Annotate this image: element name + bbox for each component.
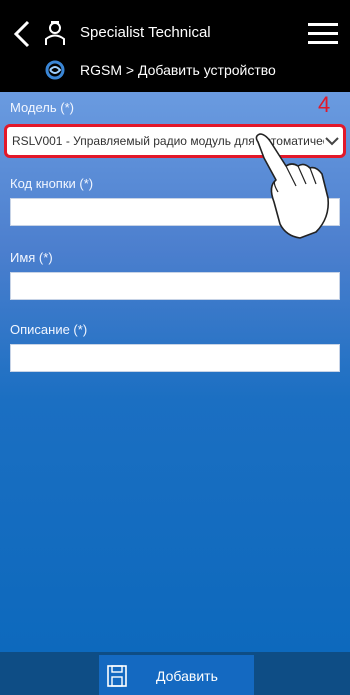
add-button-label: Добавить <box>156 668 218 684</box>
add-button[interactable]: Добавить <box>99 655 254 695</box>
back-button[interactable] <box>10 20 36 48</box>
button-code-label: Код кнопки (*) <box>10 176 94 191</box>
breadcrumb: RGSM > Добавить устройство <box>80 62 276 78</box>
model-label: Модель (*) <box>10 100 74 115</box>
model-select-value: RSLV001 - Управляемый радио модуль для а… <box>12 134 324 148</box>
hamburger-menu-icon <box>308 23 338 44</box>
name-input[interactable] <box>10 272 340 300</box>
button-code-input[interactable] <box>10 198 340 226</box>
chevron-down-icon <box>325 137 339 146</box>
form-area: Модель (*) 4 RSLV001 - Управляемый радио… <box>0 92 350 652</box>
model-select[interactable]: RSLV001 - Управляемый радио модуль для а… <box>4 124 346 158</box>
footer-bar: Добавить <box>0 652 350 695</box>
name-label: Имя (*) <box>10 250 53 265</box>
user-icon <box>44 20 66 46</box>
link-icon <box>42 60 68 80</box>
chevron-left-icon <box>13 20 30 48</box>
save-icon <box>107 665 127 687</box>
step-number: 4 <box>318 92 331 117</box>
description-input[interactable] <box>10 344 340 372</box>
subheader: RGSM > Добавить устройство <box>0 56 350 86</box>
description-label: Описание (*) <box>10 322 88 337</box>
header-title: Specialist Technical <box>80 24 211 41</box>
app-header: Specialist Technical RGSM > Добавить уст… <box>0 0 350 92</box>
menu-button[interactable] <box>308 22 338 46</box>
